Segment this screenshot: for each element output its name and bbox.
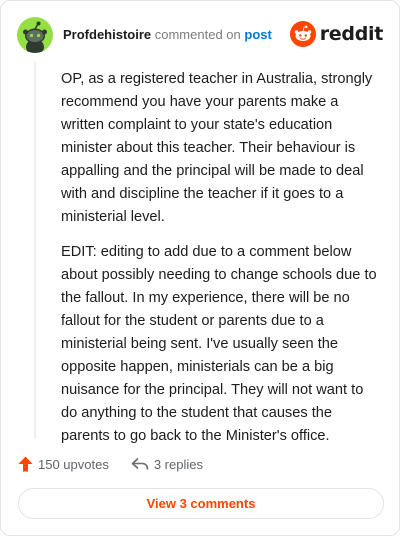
comment-card: Profdehistoire commented on post reddit …: [0, 0, 400, 536]
reply-arrow-icon: [131, 457, 149, 470]
upvote-button[interactable]: 150 upvotes: [18, 456, 109, 472]
author-name[interactable]: Profdehistoire: [63, 27, 151, 42]
view-comments-button[interactable]: View 3 comments: [18, 488, 384, 519]
thread-line[interactable]: [34, 61, 36, 439]
reply-count: 3 replies: [153, 456, 203, 472]
upvote-arrow-icon: [18, 456, 33, 472]
snoo-avatar-icon: [23, 21, 47, 53]
avatar[interactable]: [17, 17, 53, 53]
action-text: commented on: [154, 27, 241, 42]
reddit-brand: reddit: [289, 21, 384, 47]
comment-paragraph: EDIT: editing to add due to a comment be…: [61, 244, 377, 444]
reply-button[interactable]: 3 replies: [131, 457, 203, 472]
comment-header: Profdehistoire commented on post reddit: [17, 17, 383, 53]
comment-meta: Profdehistoire commented on post: [63, 26, 272, 44]
post-link[interactable]: post: [244, 27, 271, 42]
brand-wordmark: reddit: [319, 23, 384, 45]
comment-body: OP, as a registered teacher in Australia…: [61, 68, 377, 460]
comment-actions: 150 upvotes 3 replies: [18, 453, 225, 475]
comment-paragraph: OP, as a registered teacher in Australia…: [61, 71, 373, 225]
reddit-logo-icon: [289, 21, 316, 47]
upvote-count: 150 upvotes: [38, 456, 109, 472]
